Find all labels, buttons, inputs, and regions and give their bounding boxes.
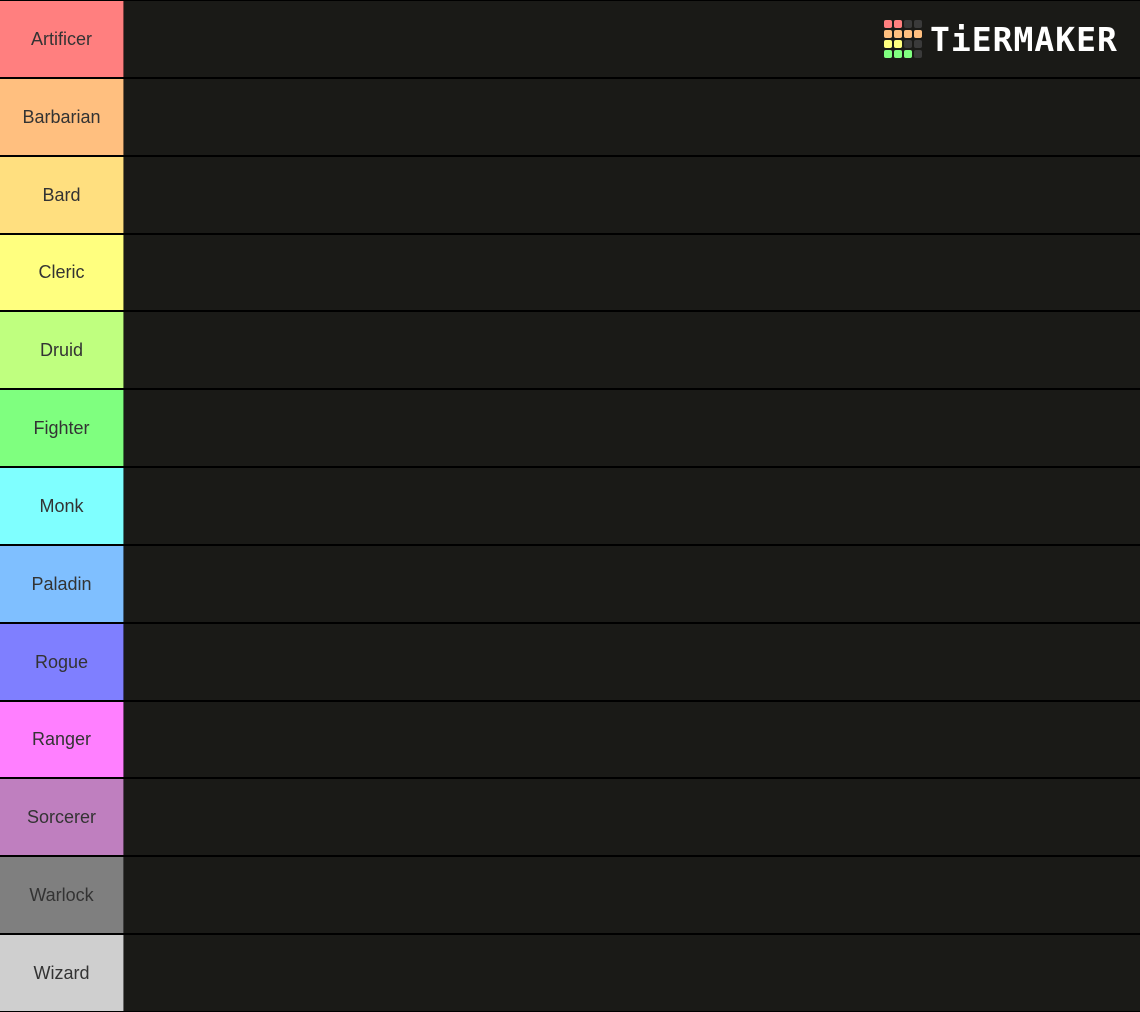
tier-row: Ranger [0,702,1140,777]
tier-drop-zone[interactable] [124,235,1140,310]
tier-label[interactable]: Paladin [0,546,124,622]
tier-drop-zone[interactable] [124,624,1140,700]
logo-grid-cell [914,40,922,48]
tiermaker-logo: TiERMAKER [884,20,1118,58]
tier-drop-zone[interactable] [124,546,1140,622]
logo-text: TiERMAKER [930,19,1118,59]
tier-label[interactable]: Artificer [0,1,124,77]
tier-row: Sorcerer [0,779,1140,855]
logo-grid-cell [884,20,892,28]
tier-drop-zone[interactable] [124,702,1140,777]
tier-row: Cleric [0,235,1140,310]
tier-drop-zone[interactable] [124,935,1140,1011]
tier-row: Paladin [0,546,1140,622]
tier-list-board: Artificer Barbarian Bard Cleric Druid Fighter… [0,0,1140,1012]
tier-label[interactable]: Barbarian [0,79,124,155]
logo-grid-cell [904,30,912,38]
tier-row: Barbarian [0,79,1140,155]
logo-grid-cell [894,30,902,38]
logo-grid-cell [894,20,902,28]
tier-row: Wizard [0,935,1140,1011]
logo-grid-cell [914,30,922,38]
tier-drop-zone[interactable] [124,157,1140,233]
tier-drop-zone[interactable] [124,312,1140,388]
tier-drop-zone[interactable] [124,390,1140,466]
logo-grid-cell [884,50,892,58]
tier-drop-zone[interactable] [124,79,1140,155]
logo-grid-cell [884,40,892,48]
tier-row: Warlock [0,857,1140,933]
tier-row: Druid [0,312,1140,388]
tier-label[interactable]: Sorcerer [0,779,124,855]
tier-label[interactable]: Bard [0,157,124,233]
tier-label[interactable]: Cleric [0,235,124,310]
tier-label[interactable]: Druid [0,312,124,388]
logo-grid-cell [914,20,922,28]
tier-label[interactable]: Rogue [0,624,124,700]
tier-row: Fighter [0,390,1140,466]
tier-label[interactable]: Warlock [0,857,124,933]
logo-grid-icon [884,20,922,58]
tier-row: Bard [0,157,1140,233]
tier-drop-zone[interactable] [124,857,1140,933]
logo-grid-cell [914,50,922,58]
logo-grid-cell [894,40,902,48]
logo-grid-cell [904,20,912,28]
logo-grid-cell [894,50,902,58]
logo-grid-cell [884,30,892,38]
tier-label[interactable]: Ranger [0,702,124,777]
tier-row: Monk [0,468,1140,544]
tier-label[interactable]: Wizard [0,935,124,1011]
tier-label[interactable]: Fighter [0,390,124,466]
logo-grid-cell [904,50,912,58]
tier-drop-zone[interactable] [124,779,1140,855]
tier-label[interactable]: Monk [0,468,124,544]
logo-grid-cell [904,40,912,48]
tier-drop-zone[interactable] [124,468,1140,544]
tier-row: Rogue [0,624,1140,700]
